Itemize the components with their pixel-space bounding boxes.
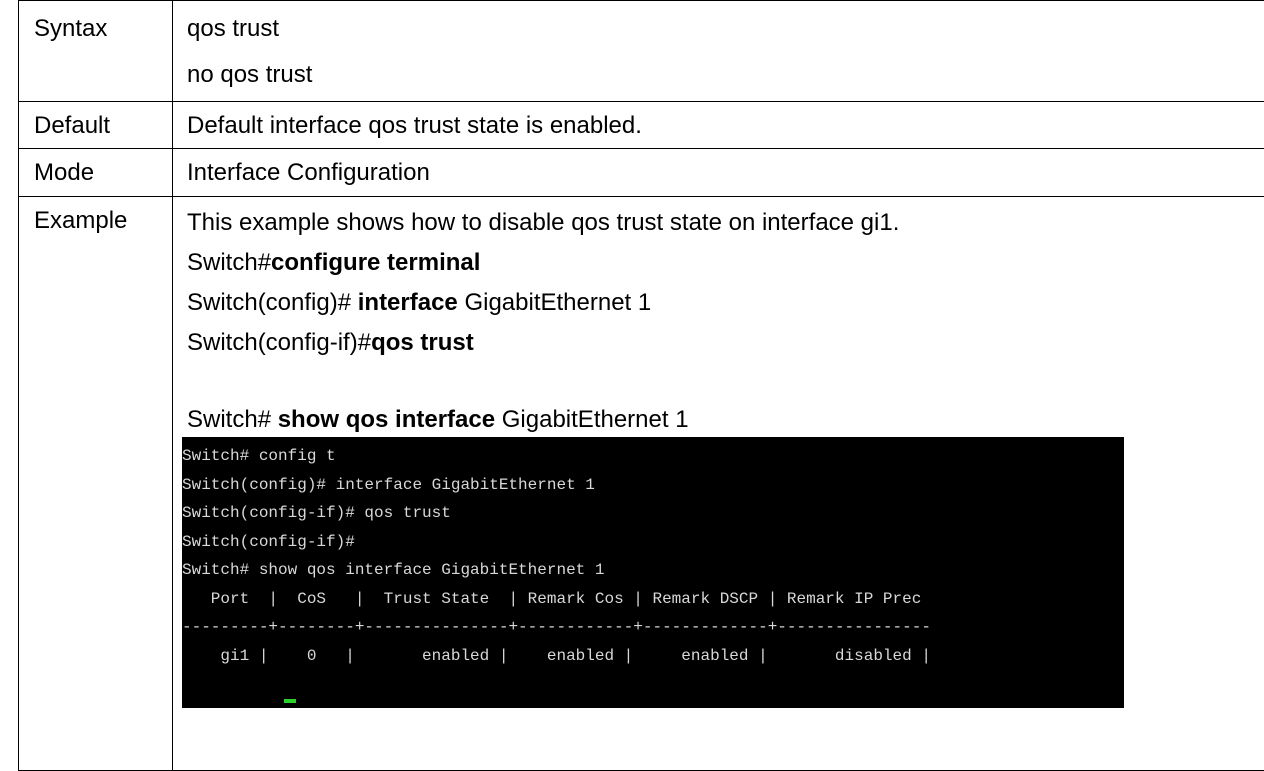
terminal-table-row: gi1 | 0 | enabled | enabled | enabled | … <box>182 646 931 665</box>
command-argument: GigabitEthernet 1 <box>495 406 689 433</box>
syntax-no-command: no qos trust <box>187 61 313 88</box>
default-text: Default interface qos trust state is ena… <box>187 112 642 139</box>
example-command-2: Switch(config)# interface GigabitEtherne… <box>187 280 1264 320</box>
default-label: Default <box>18 101 173 149</box>
prompt: Switch# <box>187 249 272 276</box>
terminal-table-header: Port | CoS | Trust State | Remark Cos | … <box>182 589 922 608</box>
terminal-screenshot: Switch# config t Switch(config)# interfa… <box>182 437 1124 708</box>
syntax-label: Syntax <box>18 0 173 102</box>
prompt: Switch(config)# <box>187 289 358 316</box>
command-keyword: configure terminal <box>271 249 481 276</box>
example-command-4: Switch# show qos interface GigabitEthern… <box>187 360 1264 437</box>
syntax-command: qos trust <box>187 15 280 42</box>
syntax-content: qos trust no qos trust <box>172 0 1264 102</box>
example-content: This example shows how to disable qos tr… <box>172 196 1264 771</box>
prompt: Switch(config-if)# <box>187 329 372 356</box>
terminal-line: Switch# show qos interface GigabitEthern… <box>182 561 605 579</box>
mode-content: Interface Configuration <box>172 148 1264 197</box>
mode-label: Mode <box>18 148 173 197</box>
example-label: Example <box>18 196 173 771</box>
default-row: Default Default interface qos trust stat… <box>18 101 1264 149</box>
command-keyword: show qos interface <box>277 406 496 433</box>
command-reference-table: Syntax qos trust no qos trust Default De… <box>18 0 1264 771</box>
default-content: Default interface qos trust state is ena… <box>172 101 1264 149</box>
example-command-3: Switch(config-if)#qos trust <box>187 320 1264 360</box>
example-row: Example This example shows how to disabl… <box>18 196 1264 771</box>
example-command-1: Switch#configure terminal <box>187 240 1264 280</box>
prompt: Switch# <box>187 406 278 433</box>
terminal-cursor <box>284 699 296 703</box>
command-keyword: interface <box>357 289 458 316</box>
terminal-line: Switch(config-if)# qos trust <box>182 504 451 522</box>
terminal-line: Switch(config-if)# <box>182 532 355 551</box>
terminal-line: Switch(config)# interface GigabitEtherne… <box>182 475 595 494</box>
example-description: This example shows how to disable qos tr… <box>187 209 900 236</box>
command-argument: GigabitEthernet 1 <box>457 289 652 316</box>
mode-text: Interface Configuration <box>187 159 430 186</box>
terminal-table-separator: ---------+--------+---------------+-----… <box>182 618 931 636</box>
mode-row: Mode Interface Configuration <box>18 148 1264 197</box>
command-keyword: qos trust <box>371 329 474 356</box>
syntax-row: Syntax qos trust no qos trust <box>18 0 1264 102</box>
terminal-line: Switch# config t <box>182 447 336 465</box>
